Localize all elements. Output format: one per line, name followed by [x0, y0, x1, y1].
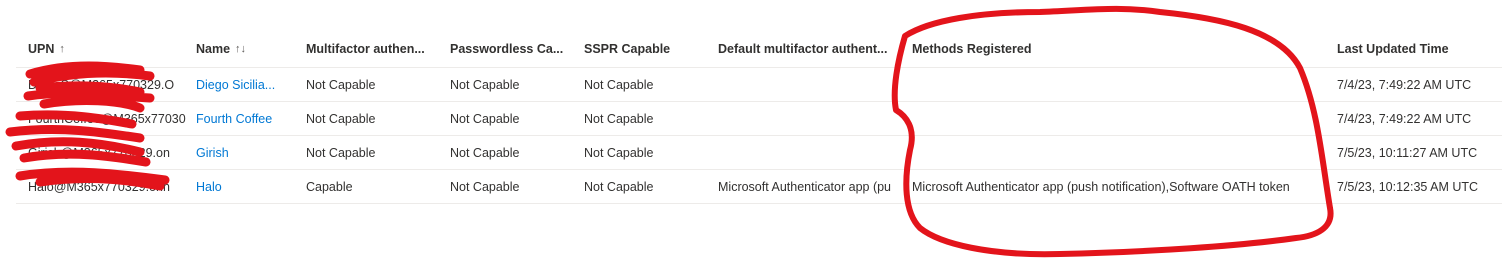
user-name-link[interactable]: Girish	[196, 136, 292, 169]
column-header-methods[interactable]: Methods Registered	[912, 30, 1332, 67]
default-mfa-cell	[718, 68, 904, 101]
column-header-sspr[interactable]: SSPR Capable	[584, 30, 704, 67]
column-header-sspr-label: SSPR Capable	[584, 41, 671, 56]
column-header-passwordless[interactable]: Passwordless Ca...	[450, 30, 570, 67]
table-row[interactable]: Girish@M365x770329.on Girish Not Capable…	[16, 136, 1502, 170]
table-row[interactable]: DiegoS@M365x770329.O Diego Sicilia... No…	[16, 68, 1502, 102]
passwordless-capable-cell: Not Capable	[450, 145, 520, 160]
sort-ascending-icon[interactable]: ↑	[59, 43, 65, 55]
last-updated-cell: 7/5/23, 10:12:35 AM UTC	[1337, 179, 1479, 194]
column-header-mfa[interactable]: Multifactor authen...	[306, 30, 436, 67]
sspr-capable-cell: Not Capable	[584, 77, 654, 92]
mfa-capable-cell: Not Capable	[306, 77, 376, 92]
sspr-capable-cell: Not Capable	[584, 179, 654, 194]
column-header-updated-label: Last Updated Time	[1337, 41, 1449, 56]
column-header-updated[interactable]: Last Updated Time	[1337, 30, 1501, 67]
upn-cell: DiegoS@M365x770329.O	[28, 77, 175, 92]
mfa-capable-cell: Not Capable	[306, 145, 376, 160]
passwordless-capable-cell: Not Capable	[450, 179, 520, 194]
user-name-link[interactable]: Fourth Coffee	[196, 102, 292, 135]
passwordless-capable-cell: Not Capable	[450, 111, 520, 126]
user-name-link[interactable]: Halo	[196, 170, 292, 203]
sspr-capable-cell: Not Capable	[584, 145, 654, 160]
upn-cell: FourthCoffee@M365x77030	[28, 111, 186, 126]
column-header-default-mfa[interactable]: Default multifactor authent...	[718, 30, 904, 67]
sspr-capable-cell: Not Capable	[584, 111, 654, 126]
methods-registered-cell	[912, 68, 1332, 101]
mfa-capable-cell: Not Capable	[306, 111, 376, 126]
column-header-name-label: Name	[196, 41, 231, 56]
table-header-row: UPN ↑ Name ↑↓ Multifactor authen... Pass…	[16, 30, 1502, 68]
methods-registered-cell	[912, 102, 1332, 135]
column-header-name[interactable]: Name ↑↓	[196, 30, 292, 67]
sort-toggle-icon[interactable]: ↑↓	[235, 43, 246, 55]
column-header-upn-label: UPN	[28, 41, 55, 56]
mfa-capable-cell: Capable	[306, 179, 353, 194]
last-updated-cell: 7/4/23, 7:49:22 AM UTC	[1337, 111, 1472, 126]
auth-methods-table: UPN ↑ Name ↑↓ Multifactor authen... Pass…	[16, 30, 1502, 204]
user-name-link[interactable]: Diego Sicilia...	[196, 68, 292, 101]
column-header-default-mfa-label: Default multifactor authent...	[718, 41, 888, 56]
methods-registered-cell: Microsoft Authenticator app (push notifi…	[912, 179, 1290, 194]
upn-cell: Girish@M365x770329.on	[28, 145, 170, 160]
last-updated-cell: 7/5/23, 10:11:27 AM UTC	[1337, 145, 1478, 160]
column-header-methods-label: Methods Registered	[912, 41, 1032, 56]
table-row[interactable]: Halo@M365x770329.onn Halo Capable Not Ca…	[16, 170, 1502, 204]
column-header-passwordless-label: Passwordless Ca...	[450, 41, 564, 56]
column-header-mfa-label: Multifactor authen...	[306, 41, 425, 56]
default-mfa-cell	[718, 136, 904, 169]
passwordless-capable-cell: Not Capable	[450, 77, 520, 92]
upn-cell: Halo@M365x770329.onn	[28, 179, 170, 194]
default-mfa-cell	[718, 102, 904, 135]
column-header-upn[interactable]: UPN ↑	[28, 30, 192, 67]
default-mfa-cell: Microsoft Authenticator app (pu	[718, 179, 892, 194]
table-row[interactable]: FourthCoffee@M365x77030 Fourth Coffee No…	[16, 102, 1502, 136]
methods-registered-cell	[912, 136, 1332, 169]
last-updated-cell: 7/4/23, 7:49:22 AM UTC	[1337, 77, 1472, 92]
